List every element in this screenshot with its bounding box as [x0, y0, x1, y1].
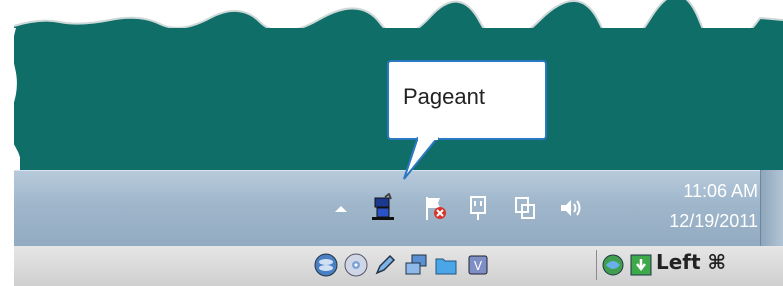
action-center-flag-icon[interactable] [420, 193, 450, 223]
globe-sync-icon[interactable] [600, 252, 626, 278]
volume-icon[interactable] [556, 193, 586, 223]
system-clock[interactable]: 11:06 AM 12/19/2011 [618, 176, 758, 236]
vm-chip-icon[interactable]: V [465, 252, 491, 278]
power-plug-icon[interactable] [463, 193, 493, 223]
tooltip-tail [403, 137, 439, 180]
pageant-tooltip: Pageant [387, 60, 547, 140]
network-icon[interactable] [510, 193, 540, 223]
clock-time: 11:06 AM [683, 181, 758, 201]
pageant-icon[interactable] [369, 192, 399, 223]
dvd-icon[interactable] [343, 252, 369, 278]
tooltip-text: Pageant [403, 84, 485, 109]
svg-text:V: V [474, 259, 483, 273]
clock-date: 12/19/2011 [669, 211, 758, 231]
green-download-icon[interactable] [628, 252, 654, 278]
keyboard-modifier-label: Left ⌘ [656, 250, 727, 274]
disk-utility-icon[interactable] [313, 252, 339, 278]
show-hidden-icons-icon[interactable] [326, 193, 356, 223]
windows-switch-icon[interactable] [403, 252, 429, 278]
show-desktop-button[interactable] [760, 170, 783, 246]
folder-icon[interactable] [433, 252, 459, 278]
toolbar-separator [596, 250, 597, 280]
pen-tool-icon[interactable] [372, 252, 398, 278]
